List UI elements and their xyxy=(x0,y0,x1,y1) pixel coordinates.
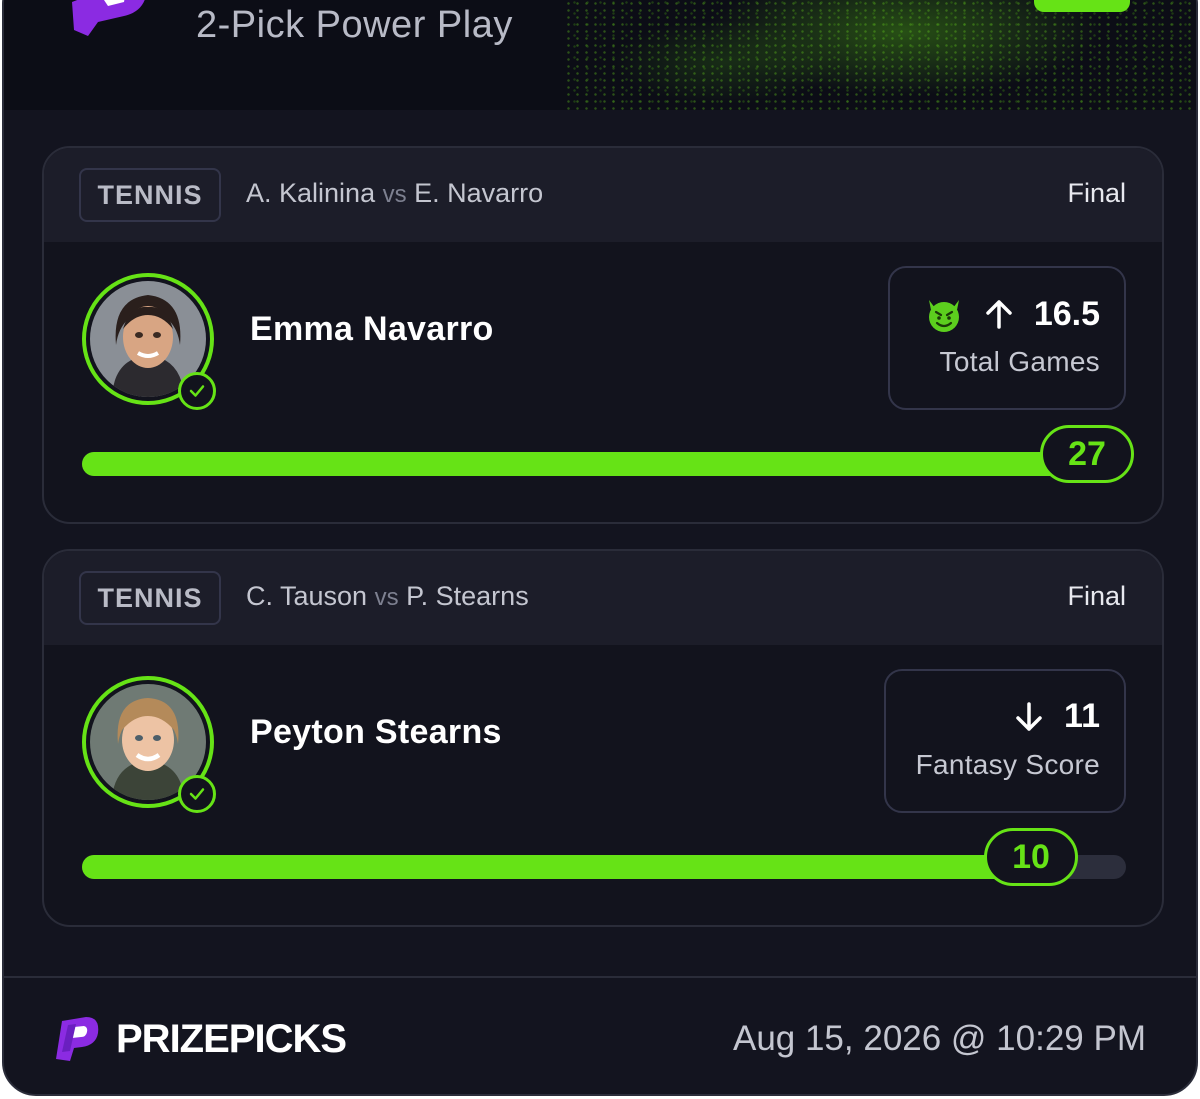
team-b: E. Navarro xyxy=(414,178,544,208)
arrow-down-icon xyxy=(1016,701,1042,731)
brand-wordmark: PRIZEPICKS xyxy=(116,1017,347,1061)
progress-fill xyxy=(82,452,1126,476)
projection-line: 11 xyxy=(1012,697,1100,736)
matchup: C. Tauson vs P. Stearns xyxy=(246,581,529,612)
game-status: Final xyxy=(1067,581,1126,611)
check-icon xyxy=(178,372,216,410)
check-icon xyxy=(178,775,216,813)
page-title: 2-Pick Power Play xyxy=(196,4,513,46)
matchup: A. Kalinina vs E. Navarro xyxy=(246,178,543,209)
vs-label: vs xyxy=(382,181,407,208)
game-status: Final xyxy=(1067,178,1126,208)
progress-bar: 27 xyxy=(82,425,1134,483)
stat-type: Total Games xyxy=(939,346,1100,377)
line-value: 16.5 xyxy=(1033,294,1100,333)
team-a: A. Kalinina xyxy=(246,178,376,208)
entry-header: 2-Pick Power Play xyxy=(4,0,1196,110)
entry-timestamp: Aug 15, 2026 @ 10:29 PM xyxy=(732,1019,1146,1058)
vs-label: vs xyxy=(374,584,399,611)
pick-card: TENNIS C. Tauson vs P. Stearns Final Pey… xyxy=(42,549,1164,927)
pick-card: TENNIS A. Kalinina vs E. Navarro Final E… xyxy=(42,146,1164,524)
prizepicks-logo-icon xyxy=(56,1017,99,1061)
result-badge: 27 xyxy=(1040,425,1134,483)
demon-emoji-icon xyxy=(928,300,959,332)
progress-bar: 10 xyxy=(82,828,1126,886)
team-b: P. Stearns xyxy=(406,581,529,611)
entry-card: 2-Pick Power Play TENNIS A. Kalinina vs … xyxy=(2,0,1198,1096)
projection-box: 11 Fantasy Score xyxy=(884,669,1126,813)
sport-badge: TENNIS xyxy=(79,168,221,222)
team-a: C. Tauson xyxy=(246,581,368,611)
projection-box: 16.5 Total Games xyxy=(888,266,1126,410)
sport-badge: TENNIS xyxy=(79,571,221,625)
header-action-button[interactable] xyxy=(1034,0,1130,12)
player-name: Emma Navarro xyxy=(250,310,494,348)
pick-header: TENNIS A. Kalinina vs E. Navarro Final xyxy=(44,148,1162,242)
stat-type: Fantasy Score xyxy=(915,749,1100,780)
result-badge: 10 xyxy=(984,828,1078,886)
progress-fill xyxy=(82,855,1033,879)
line-value: 11 xyxy=(1064,697,1100,735)
prizepicks-logo-icon xyxy=(72,0,145,36)
footer-divider xyxy=(4,976,1196,978)
pick-header: TENNIS C. Tauson vs P. Stearns Final xyxy=(44,551,1162,645)
projection-line: 16.5 xyxy=(924,294,1100,334)
arrow-up-icon xyxy=(986,300,1012,329)
player-name: Peyton Stearns xyxy=(250,713,502,751)
